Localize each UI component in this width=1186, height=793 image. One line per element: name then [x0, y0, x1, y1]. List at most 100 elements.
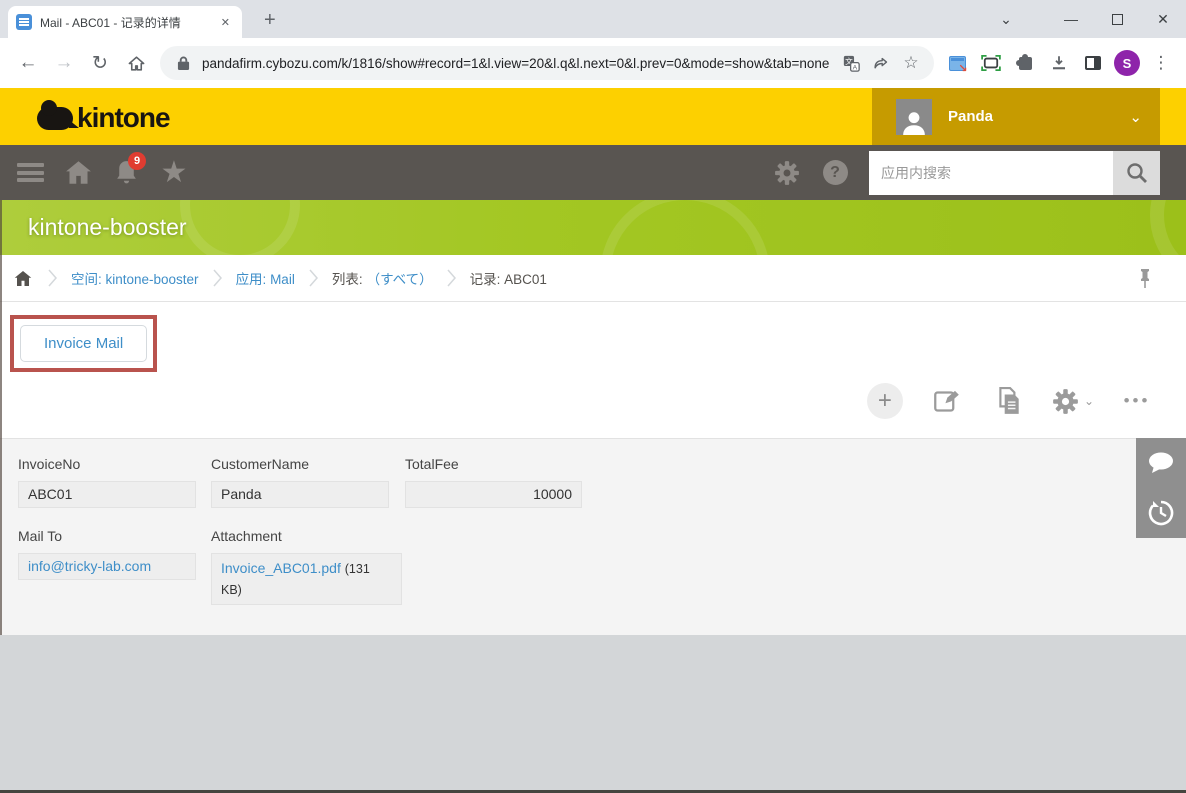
field-total-fee: TotalFee 10000 [405, 456, 582, 508]
browser-tab[interactable]: Mail - ABC01 - 记录的详情 ✕ [8, 6, 242, 38]
window-maximize-button[interactable] [1094, 0, 1140, 38]
field-mail-to: Mail To info@tricky-lab.com [18, 528, 196, 580]
history-clock-icon [1148, 500, 1174, 526]
breadcrumb-separator [309, 269, 318, 287]
copy-icon [999, 387, 1019, 414]
screen: Mail - ABC01 - 记录的详情 ✕ + ⌄ — ✕ ← → ↻ pan… [0, 0, 1186, 793]
window-left-edge [0, 200, 2, 635]
translate-icon[interactable]: 文A [840, 52, 862, 74]
breadcrumb-record-current: 记录: ABC01 [469, 272, 547, 287]
bookmark-star-icon[interactable]: ☆ [900, 52, 922, 74]
comment-bubble-icon [1149, 452, 1173, 473]
kintone-favicon-icon [16, 14, 32, 30]
duplicate-record-button[interactable] [990, 382, 1028, 420]
browser-profile-avatar[interactable]: S [1112, 48, 1142, 78]
space-banner[interactable]: kintone-booster [0, 200, 1186, 255]
window-controls: — ✕ [1048, 0, 1186, 38]
breadcrumb-separator [212, 269, 222, 287]
field-label: Attachment [211, 528, 282, 544]
history-toggle-button[interactable] [1136, 488, 1186, 538]
record-header-section: Invoice Mail + ⌄ ••• [0, 302, 1186, 438]
add-record-button[interactable]: + [866, 382, 904, 420]
star-icon: ★ [160, 155, 188, 189]
reload-button[interactable]: ↻ [82, 45, 118, 81]
screen-capture-icon[interactable] [976, 48, 1006, 78]
nav-home-button[interactable] [54, 145, 102, 200]
comments-toggle-button[interactable] [1136, 438, 1186, 488]
attachment-file-link[interactable]: Invoice_ABC01.pdf [221, 560, 341, 576]
url-text[interactable]: pandafirm.cybozu.com/k/1816/show#record=… [202, 56, 832, 71]
new-tab-button[interactable]: + [256, 8, 284, 32]
user-menu[interactable]: Panda ⌄ [872, 88, 1160, 145]
record-detail-form: InvoiceNo ABC01 CustomerName Panda Total… [0, 438, 1186, 635]
browser-menu-icon[interactable]: ⋮ [1146, 48, 1176, 78]
record-side-rail [1136, 438, 1186, 538]
kintone-logo-text: kintone [77, 102, 171, 133]
plus-icon: + [866, 383, 903, 419]
breadcrumb: 空间: kintone-booster 应用: Mail 列表: （すべて） 记… [0, 255, 1186, 302]
annotation-highlight-box: Invoice Mail [10, 315, 158, 372]
extensions-area: S ⋮ [942, 48, 1176, 78]
browser-titlebar: Mail - ABC01 - 记录的详情 ✕ + ⌄ — ✕ [0, 0, 1186, 38]
kintone-cloud-icon [37, 99, 79, 130]
user-avatar [896, 98, 932, 135]
browser-home-button[interactable] [118, 45, 154, 81]
nav-notifications-button[interactable]: 9 [102, 145, 150, 200]
browser-toolbar: ← → ↻ pandafirm.cybozu.com/k/1816/show#r… [0, 38, 1186, 88]
window-minimize-button[interactable]: — [1048, 0, 1094, 38]
back-button[interactable]: ← [10, 45, 46, 81]
hamburger-icon [16, 163, 44, 182]
kintone-logo[interactable]: kintone [37, 99, 171, 134]
field-value: ABC01 [18, 481, 196, 508]
nav-favorites-button[interactable]: ★ [150, 145, 198, 200]
breadcrumb-app-link[interactable]: 应用: Mail [236, 268, 295, 288]
mail-to-link[interactable]: info@tricky-lab.com [28, 558, 151, 574]
settings-chevron-down-icon: ⌄ [1083, 394, 1094, 408]
side-panel-icon[interactable] [1078, 48, 1108, 78]
pin-icon[interactable] [1138, 267, 1152, 289]
breadcrumb-list-link[interactable]: （すべて） [367, 268, 433, 288]
field-value: 10000 [405, 481, 582, 508]
window-close-button[interactable]: ✕ [1140, 0, 1186, 38]
download-icon[interactable] [1044, 48, 1074, 78]
share-icon[interactable] [870, 52, 892, 74]
extension-window-icon[interactable] [942, 48, 972, 78]
nav-menu-button[interactable] [6, 145, 54, 200]
forward-button[interactable]: → [46, 45, 82, 81]
tab-close-icon[interactable]: ✕ [217, 14, 234, 31]
kintone-header: kintone Panda ⌄ [0, 88, 1186, 145]
nav-settings-button[interactable] [763, 145, 811, 200]
maximize-icon [1111, 13, 1123, 25]
breadcrumb-separator [48, 269, 57, 287]
tab-title: Mail - ABC01 - 记录的详情 [40, 15, 181, 30]
global-nav: 9 ★ ? [0, 145, 1186, 200]
help-icon: ? [822, 160, 848, 185]
app-search-button[interactable] [1113, 150, 1160, 195]
svg-text:A: A [852, 64, 857, 71]
invoice-mail-button[interactable]: Invoice Mail [20, 325, 148, 362]
breadcrumb-space-link[interactable]: 空间: kintone-booster [71, 268, 199, 288]
field-label: InvoiceNo [18, 456, 81, 472]
record-settings-button[interactable]: ⌄ [1052, 382, 1094, 420]
nav-help-button[interactable]: ? [811, 145, 859, 200]
tab-search-chevron-icon[interactable]: ⌄ [986, 0, 1026, 38]
notification-badge: 9 [128, 152, 146, 170]
search-icon [1126, 162, 1147, 183]
portal-home-icon [65, 161, 91, 184]
breadcrumb-list-prefix: 列表: [331, 272, 363, 287]
field-label: Mail To [18, 528, 63, 544]
settings-gear-icon [1053, 388, 1078, 414]
extensions-puzzle-icon[interactable] [1010, 48, 1040, 78]
field-customer-name: CustomerName Panda [211, 456, 389, 508]
app-search [869, 150, 1160, 195]
nav-right-group: ? [763, 145, 1186, 200]
app-search-input[interactable] [869, 150, 1113, 195]
record-actions-toolbar: + ⌄ ••• [866, 382, 1156, 420]
url-bar[interactable]: pandafirm.cybozu.com/k/1816/show#record=… [160, 46, 934, 80]
lock-icon [172, 52, 194, 74]
breadcrumb-home-icon[interactable] [14, 270, 32, 287]
more-options-button[interactable]: ••• [1118, 382, 1156, 420]
space-title[interactable]: kintone-booster [28, 200, 187, 255]
page-bottom-area [0, 635, 1186, 790]
edit-record-button[interactable] [928, 382, 966, 420]
